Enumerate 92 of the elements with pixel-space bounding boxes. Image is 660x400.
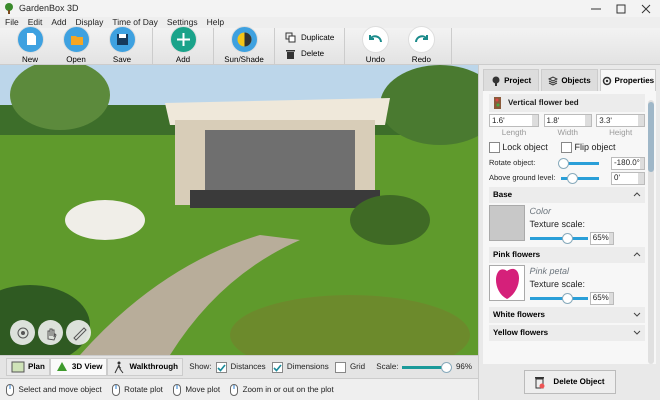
field-label: Length [500, 127, 528, 139]
copy-icon [285, 32, 296, 44]
slider-thumb[interactable] [558, 158, 570, 168]
view-mode-tab[interactable]: 3D View [50, 358, 108, 376]
undo-icon [362, 26, 389, 53]
checkbox-label: Dimensions [286, 361, 329, 373]
slider-thumb[interactable] [562, 232, 574, 244]
number-field[interactable]: 1.6' [489, 114, 540, 127]
checkbox-label: Distances [230, 361, 266, 373]
toolbar-button[interactable]: Delete [285, 47, 324, 62]
mouse-icon [6, 384, 14, 396]
show-label: Show: [189, 361, 212, 373]
redo-icon [408, 26, 435, 53]
checkbox[interactable] [561, 142, 572, 154]
slider-thumb[interactable] [562, 292, 574, 304]
scale-label: Scale: [376, 361, 398, 373]
trash-icon [285, 48, 296, 60]
new-file-icon [16, 26, 44, 53]
menu-item[interactable]: Settings [166, 16, 198, 29]
number-field[interactable]: 65% [590, 232, 614, 244]
walker-icon [112, 360, 126, 374]
texture-scale-label: Texture scale: [530, 218, 586, 231]
scrollbar[interactable] [648, 100, 654, 364]
plan-icon [11, 360, 25, 374]
toolbar-button[interactable]: Undo [355, 26, 396, 66]
status-hint: Select and move object [18, 384, 102, 396]
menu-item[interactable]: File [5, 16, 19, 29]
status-hint: Rotate plot [124, 384, 163, 396]
delete-object-button[interactable]: Delete Object [524, 370, 616, 394]
field-label: Width [556, 127, 579, 139]
mouse-icon [172, 384, 181, 396]
chevron-up-icon [633, 192, 641, 197]
menu-item[interactable]: Display [75, 16, 104, 29]
color-swatch [489, 204, 525, 240]
sun-shade-icon [230, 26, 258, 53]
petal-swatch [489, 264, 525, 300]
panel-tab[interactable]: Project [483, 69, 540, 91]
checkbox[interactable] [272, 362, 283, 372]
toolbar-button[interactable]: Duplicate [285, 30, 334, 45]
panel-tab[interactable]: Properties [600, 69, 656, 91]
number-field[interactable]: 65% [590, 292, 614, 304]
menu-item[interactable]: Edit [28, 16, 42, 29]
chevron-down-icon [633, 312, 641, 317]
slider-thumb[interactable] [440, 362, 452, 372]
trash-icon [534, 376, 546, 388]
layers-icon [548, 76, 558, 86]
number-field[interactable]: 3.3' [596, 114, 645, 127]
checkbox-label: Flip object [574, 141, 616, 154]
checkbox[interactable] [334, 362, 346, 372]
texture-scale-label: Texture scale: [530, 278, 586, 291]
field-label: Height [608, 127, 634, 139]
folder-icon [62, 26, 90, 53]
material-name: Pink petal [530, 264, 570, 278]
status-hint: Move plot [185, 384, 220, 396]
object-name: Vertical flower bed [508, 97, 579, 109]
checkbox-label: Grid [350, 361, 366, 373]
chevron-down-icon [633, 330, 641, 335]
chevron-up-icon [633, 252, 641, 257]
scale-reading: 96% [456, 361, 472, 373]
toolbar-button[interactable]: Sun/Shade [224, 26, 264, 66]
mouse-icon [112, 384, 120, 396]
checkbox-label: Lock object [502, 141, 548, 154]
toolbar-button[interactable]: Save [102, 26, 142, 66]
menu-item[interactable]: Time of Day [112, 16, 158, 29]
number-field[interactable]: 1.8' [544, 114, 592, 127]
section-header[interactable]: Yellow flowers [489, 324, 645, 340]
section-header[interactable]: Base [489, 186, 645, 202]
plus-icon [170, 26, 196, 53]
window-title: GardenBox 3D [19, 2, 79, 15]
section-header[interactable]: White flowers [489, 306, 645, 322]
menu-item[interactable]: Add [51, 16, 66, 29]
ruler-icon [70, 324, 86, 340]
mouse-icon [230, 384, 238, 396]
number-field[interactable]: -180.0° [611, 156, 645, 170]
panel-tab[interactable]: Objects [541, 69, 598, 91]
toolbar-button[interactable]: New [10, 26, 50, 66]
toolbar-button[interactable]: Redo [401, 26, 442, 66]
menu-item[interactable]: Help [206, 16, 224, 29]
save-icon [108, 26, 136, 53]
section-header[interactable]: Pink flowers [489, 246, 645, 262]
view-mode-tab[interactable]: Plan [6, 358, 50, 376]
material-name: Color [530, 204, 552, 218]
checkbox[interactable] [489, 142, 500, 154]
slider-thumb[interactable] [566, 172, 578, 184]
number-field[interactable]: 0' [611, 172, 645, 184]
flower-bed-icon [493, 96, 502, 110]
pin-icon [491, 76, 502, 86]
checkbox[interactable] [216, 362, 227, 372]
toolbar-button[interactable]: Add [163, 26, 203, 66]
toolbar-button[interactable]: Open [56, 26, 96, 66]
view-mode-tab[interactable]: Walkthrough [107, 358, 184, 376]
status-hint: Zoom in or out on the plot [242, 384, 334, 396]
